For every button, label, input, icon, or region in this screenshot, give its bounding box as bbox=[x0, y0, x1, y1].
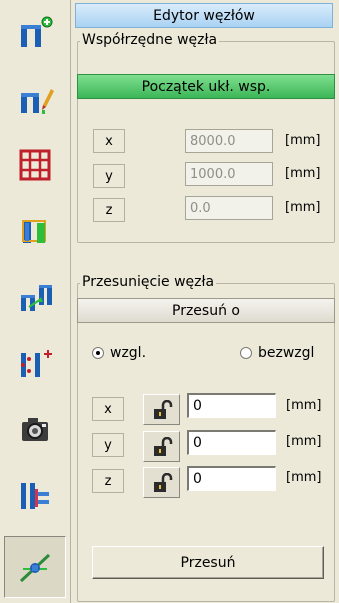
axis-label-y: y bbox=[93, 164, 125, 188]
move-node-button[interactable] bbox=[4, 266, 66, 328]
edit-node-button[interactable] bbox=[4, 68, 66, 130]
axis-label-x: x bbox=[93, 129, 125, 153]
toolbar-separator bbox=[70, 0, 71, 603]
insert-node-button[interactable] bbox=[4, 332, 66, 394]
coords-group-legend: Współrzędne węzła bbox=[80, 32, 220, 48]
radio-absolute-dot[interactable] bbox=[240, 347, 252, 359]
shift-x-unit: [mm] bbox=[286, 398, 322, 413]
node-toolbar bbox=[0, 0, 70, 603]
shift-group-legend: Przesunięcie węzła bbox=[80, 274, 217, 290]
align-node-button[interactable] bbox=[4, 464, 66, 526]
lock-y-button[interactable] bbox=[143, 431, 180, 462]
move-node-icon bbox=[21, 285, 52, 311]
radio-absolute-label: bezwzgl bbox=[258, 345, 315, 361]
coord-y-field: 1000.0 bbox=[185, 162, 273, 186]
grid-icon bbox=[19, 149, 51, 181]
node-connect-icon bbox=[19, 553, 51, 583]
unlock-icon bbox=[153, 436, 172, 456]
panel-title: Edytor węzłów bbox=[75, 3, 333, 28]
insert-node-icon bbox=[21, 350, 52, 377]
unlock-icon bbox=[153, 472, 172, 492]
lock-x-button[interactable] bbox=[143, 394, 180, 425]
shift-by-button[interactable]: Przesuń o bbox=[77, 298, 335, 323]
lock-z-button[interactable] bbox=[143, 467, 180, 498]
radio-absolute[interactable]: bezwzgl bbox=[240, 345, 314, 361]
shift-z-unit: [mm] bbox=[286, 470, 322, 485]
radio-relative-label: wzgl. bbox=[110, 345, 147, 361]
node-connect-button[interactable] bbox=[4, 536, 66, 598]
add-node-button[interactable] bbox=[4, 2, 66, 64]
coord-x-field: 8000.0 bbox=[185, 129, 273, 153]
shift-axis-label-y: y bbox=[92, 433, 124, 457]
node-box-icon bbox=[22, 220, 46, 243]
align-node-icon bbox=[21, 483, 49, 509]
camera-button[interactable] bbox=[4, 398, 66, 460]
node-box-button[interactable] bbox=[4, 200, 66, 262]
shift-axis-label-z: z bbox=[92, 469, 124, 493]
axis-label-z: z bbox=[93, 198, 125, 222]
shift-x-input[interactable]: 0 bbox=[187, 393, 276, 418]
coord-x-unit: [mm] bbox=[285, 133, 321, 148]
shift-z-input[interactable]: 0 bbox=[187, 466, 276, 491]
coord-z-unit: [mm] bbox=[285, 200, 321, 215]
shift-axis-label-x: x bbox=[92, 397, 124, 421]
add-node-icon bbox=[21, 16, 53, 47]
camera-icon bbox=[22, 418, 48, 441]
coord-y-unit: [mm] bbox=[285, 166, 321, 181]
unlock-icon bbox=[153, 399, 172, 419]
shift-y-unit: [mm] bbox=[286, 434, 322, 449]
apply-shift-button[interactable]: Przesuń bbox=[92, 546, 324, 579]
origin-button[interactable]: Początek ukł. wsp. bbox=[77, 74, 335, 99]
shift-y-input[interactable]: 0 bbox=[187, 430, 276, 455]
edit-node-icon bbox=[21, 89, 54, 114]
radio-relative[interactable]: wzgl. bbox=[92, 345, 146, 361]
grid-button[interactable] bbox=[4, 134, 66, 196]
radio-relative-dot[interactable] bbox=[92, 347, 104, 359]
coord-z-field: 0.0 bbox=[185, 196, 273, 220]
